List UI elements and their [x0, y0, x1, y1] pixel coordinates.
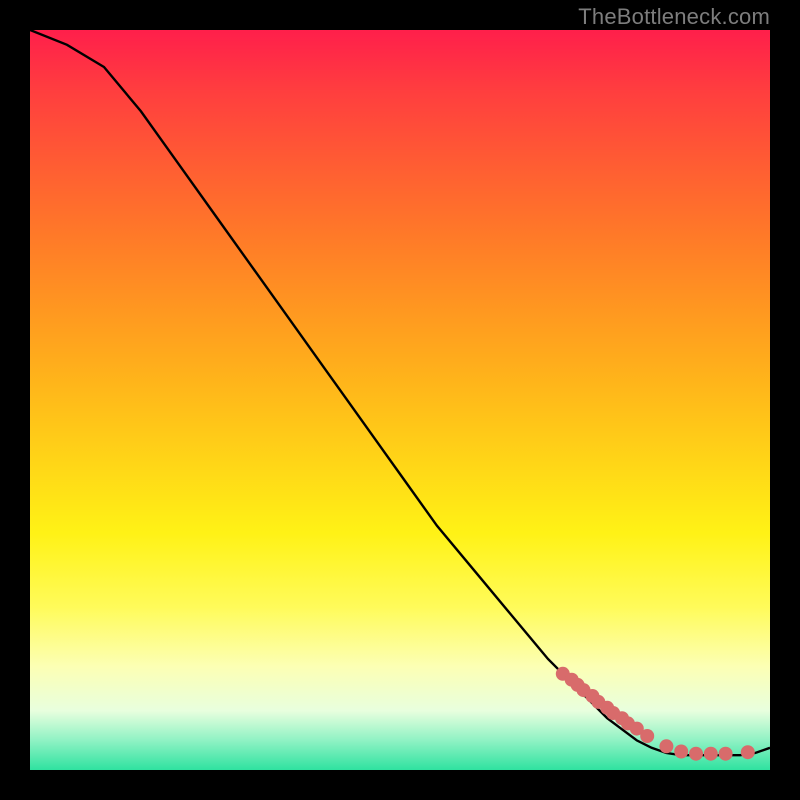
curve-line — [30, 30, 770, 755]
marker-point — [674, 745, 688, 759]
marker-point — [659, 739, 673, 753]
marker-series — [556, 667, 755, 761]
curve-svg — [30, 30, 770, 770]
marker-point — [689, 747, 703, 761]
watermark-text: TheBottleneck.com — [578, 4, 770, 30]
marker-point — [719, 747, 733, 761]
plot-area — [30, 30, 770, 770]
chart-container: TheBottleneck.com — [0, 0, 800, 800]
marker-point — [640, 729, 654, 743]
marker-point — [704, 747, 718, 761]
marker-point — [741, 745, 755, 759]
